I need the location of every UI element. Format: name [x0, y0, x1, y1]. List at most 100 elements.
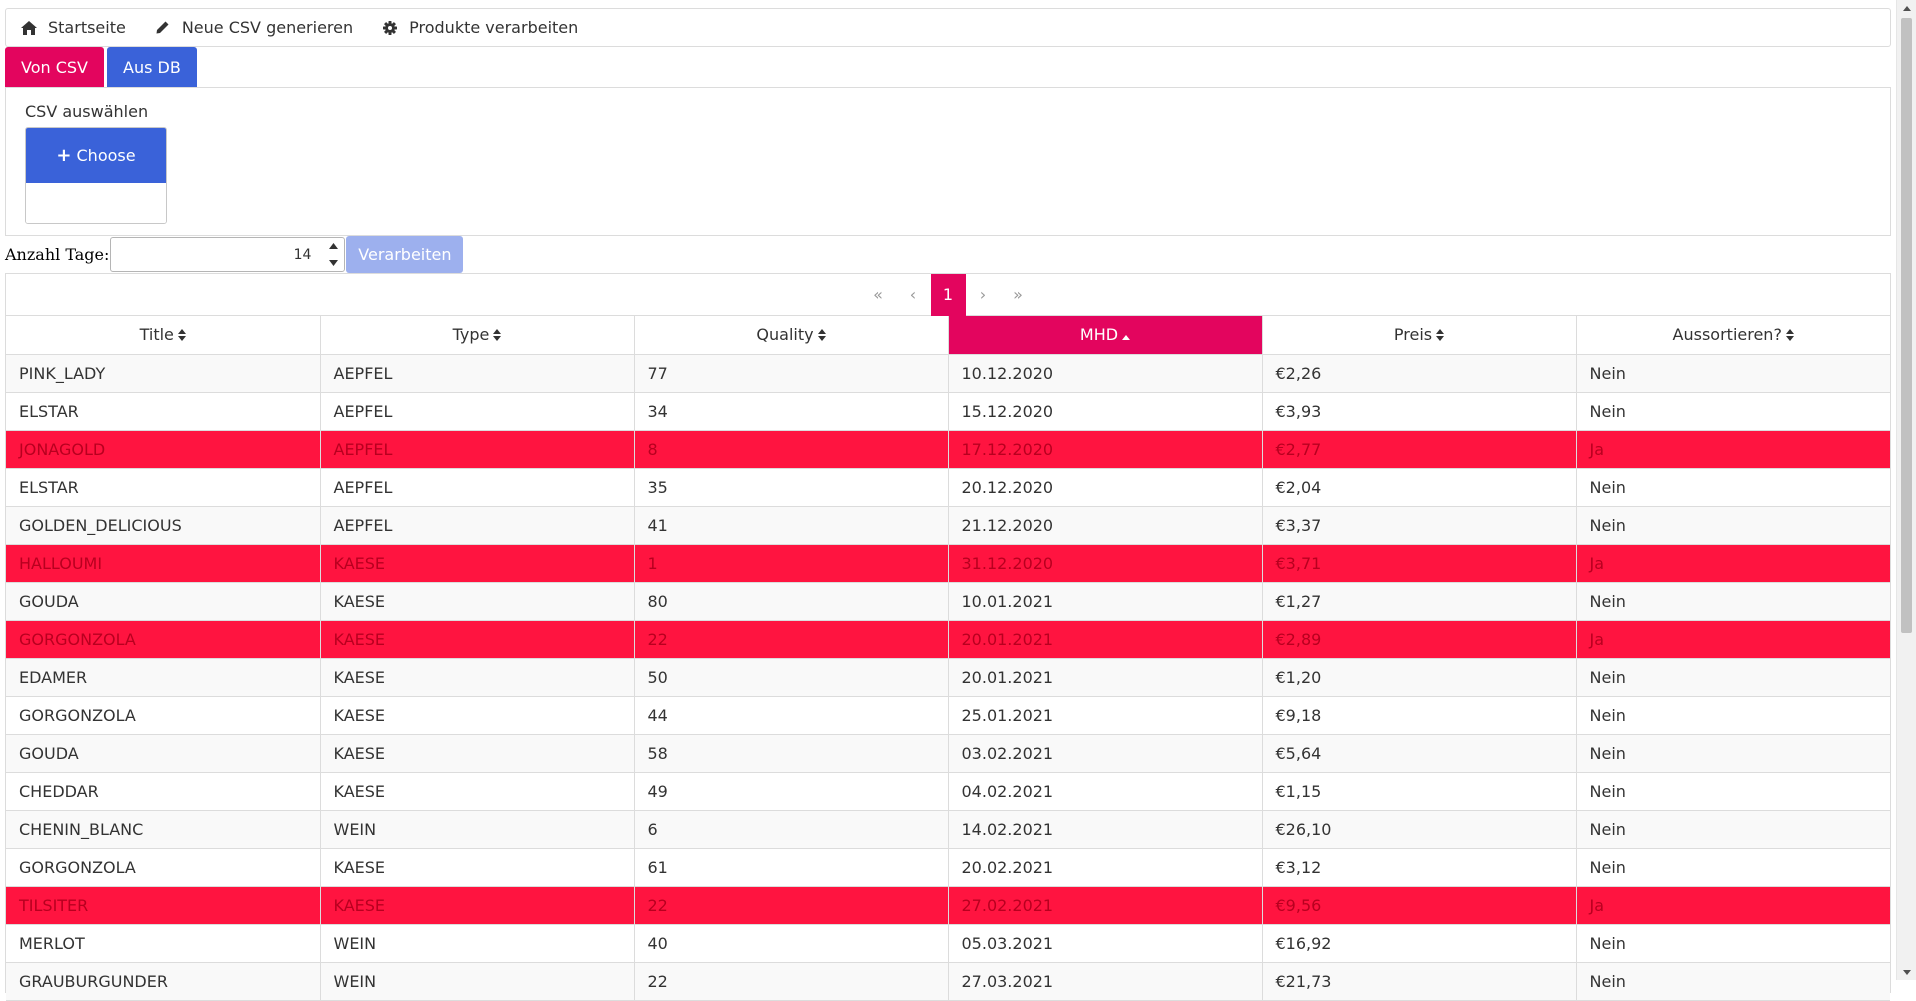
- table-cell: HALLOUMI: [6, 544, 321, 583]
- scroll-up-icon[interactable]: [1897, 0, 1916, 16]
- table-row[interactable]: TILSITER KAESE 22 27.02.2021 €9,56 Ja: [6, 886, 1890, 925]
- table-row[interactable]: CHENIN_BLANC WEIN 6 14.02.2021 €26,10 Nein: [6, 810, 1890, 849]
- table-row[interactable]: EDAMER KAESE 50 20.01.2021 €1,20 Nein: [6, 658, 1890, 697]
- last-page-button[interactable]: »: [1001, 274, 1036, 316]
- table-cell: €1,20: [1262, 658, 1577, 697]
- column-header-aussortieren[interactable]: Aussortieren?: [1576, 316, 1890, 355]
- table-cell: €16,92: [1262, 924, 1577, 963]
- choose-button[interactable]: + Choose: [26, 128, 166, 183]
- table-cell: €3,37: [1262, 506, 1577, 545]
- table-cell: 10.01.2021: [948, 582, 1263, 621]
- column-header-label: Preis: [1393, 324, 1433, 344]
- table-cell: KAESE: [320, 658, 635, 697]
- column-header-preis[interactable]: Preis: [1262, 316, 1577, 355]
- products-table: Title Type Quality MHD Preis Aussortiere…: [6, 316, 1890, 1001]
- table-cell: KAESE: [320, 848, 635, 887]
- table-cell: GOLDEN_DELICIOUS: [6, 506, 321, 545]
- spinner-up-icon[interactable]: [322, 238, 344, 255]
- table-cell: 20.02.2021: [948, 848, 1263, 887]
- column-header-type[interactable]: Type: [320, 316, 635, 355]
- column-header-label: Aussortieren?: [1672, 324, 1782, 344]
- table-row[interactable]: ELSTAR AEPFEL 34 15.12.2020 €3,93 Nein: [6, 392, 1890, 431]
- table-row[interactable]: GORGONZOLA KAESE 61 20.02.2021 €3,12 Nein: [6, 848, 1890, 887]
- table-cell: KAESE: [320, 696, 635, 735]
- column-header-mhd[interactable]: MHD: [948, 316, 1263, 355]
- table-cell: Nein: [1576, 354, 1890, 393]
- table-cell: €2,26: [1262, 354, 1577, 393]
- menu-item-startseite[interactable]: Startseite: [20, 18, 126, 37]
- table-cell: 80: [634, 582, 949, 621]
- sort-icon: [177, 326, 186, 345]
- table-cell: €9,18: [1262, 696, 1577, 735]
- prev-page-button[interactable]: ‹: [896, 274, 931, 316]
- table-cell: 50: [634, 658, 949, 697]
- scroll-down-icon[interactable]: [1897, 964, 1916, 980]
- table-cell: WEIN: [320, 962, 635, 1001]
- products-table-container: « ‹ 1 › » Title Type Quality MHD Preis A…: [5, 273, 1891, 1001]
- upload-panel: CSV auswählen + Choose: [5, 87, 1891, 236]
- table-row[interactable]: HALLOUMI KAESE 1 31.12.2020 €3,71 Ja: [6, 544, 1890, 583]
- days-input[interactable]: [111, 238, 320, 271]
- table-cell: 77: [634, 354, 949, 393]
- upload-drop-area[interactable]: [26, 183, 166, 223]
- next-page-button[interactable]: ›: [966, 274, 1001, 316]
- table-cell: GRAUBURGUNDER: [6, 962, 321, 1001]
- table-cell: 20.01.2021: [948, 620, 1263, 659]
- table-cell: €5,64: [1262, 734, 1577, 773]
- table-cell: Nein: [1576, 734, 1890, 773]
- table-cell: Nein: [1576, 582, 1890, 621]
- table-cell: 27.03.2021: [948, 962, 1263, 1001]
- table-cell: WEIN: [320, 924, 635, 963]
- tab-von-csv[interactable]: Von CSV: [5, 47, 104, 87]
- table-cell: AEPFEL: [320, 506, 635, 545]
- column-header-title[interactable]: Title: [6, 316, 321, 355]
- menu-item-produkte-verarbeiten[interactable]: Produkte verarbeiten: [381, 18, 578, 37]
- pencil-icon: [154, 19, 172, 37]
- table-cell: 61: [634, 848, 949, 887]
- table-row[interactable]: GORGONZOLA KAESE 44 25.01.2021 €9,18 Nein: [6, 696, 1890, 735]
- column-header-label: Type: [452, 324, 490, 344]
- column-header-quality[interactable]: Quality: [634, 316, 949, 355]
- table-cell: KAESE: [320, 582, 635, 621]
- days-spinner: [110, 237, 346, 272]
- table-row[interactable]: CHEDDAR KAESE 49 04.02.2021 €1,15 Nein: [6, 772, 1890, 811]
- table-cell: GOUDA: [6, 734, 321, 773]
- table-row[interactable]: ELSTAR AEPFEL 35 20.12.2020 €2,04 Nein: [6, 468, 1890, 507]
- page-button-current[interactable]: 1: [930, 273, 966, 316]
- csv-select-label: CSV auswählen: [25, 102, 149, 121]
- table-row[interactable]: GOLDEN_DELICIOUS AEPFEL 41 21.12.2020 €3,37 N…: [6, 506, 1890, 545]
- tab-aus-db[interactable]: Aus DB: [107, 47, 197, 87]
- table-cell: €3,12: [1262, 848, 1577, 887]
- table-cell: ELSTAR: [6, 392, 321, 431]
- table-row[interactable]: MERLOT WEIN 40 05.03.2021 €16,92 Nein: [6, 924, 1890, 963]
- table-cell: 34: [634, 392, 949, 431]
- table-cell: Nein: [1576, 392, 1890, 431]
- scrollbar-thumb[interactable]: [1901, 18, 1912, 633]
- spinner-buttons: [322, 238, 344, 271]
- table-cell: 22: [634, 620, 949, 659]
- table-cell: GOUDA: [6, 582, 321, 621]
- column-header-label: MHD: [1079, 324, 1119, 344]
- table-cell: €1,15: [1262, 772, 1577, 811]
- sort-asc-icon: [1122, 326, 1131, 345]
- table-cell: 49: [634, 772, 949, 811]
- table-cell: Ja: [1576, 544, 1890, 583]
- table-row[interactable]: GRAUBURGUNDER WEIN 22 27.03.2021 €21,73 Nein: [6, 962, 1890, 1001]
- table-cell: AEPFEL: [320, 468, 635, 507]
- table-row[interactable]: PINK_LADY AEPFEL 77 10.12.2020 €2,26 Nein: [6, 354, 1890, 393]
- table-cell: 35: [634, 468, 949, 507]
- menu-item-label: Startseite: [48, 18, 126, 37]
- table-cell: €21,73: [1262, 962, 1577, 1001]
- menu-item-neue-csv[interactable]: Neue CSV generieren: [154, 18, 353, 37]
- table-cell: KAESE: [320, 734, 635, 773]
- page-scrollbar[interactable]: [1896, 0, 1916, 980]
- table-row[interactable]: GORGONZOLA KAESE 22 20.01.2021 €2,89 Ja: [6, 620, 1890, 659]
- first-page-button[interactable]: «: [861, 274, 896, 316]
- spinner-down-icon[interactable]: [322, 255, 344, 272]
- table-row[interactable]: GOUDA KAESE 58 03.02.2021 €5,64 Nein: [6, 734, 1890, 773]
- table-cell: €26,10: [1262, 810, 1577, 849]
- verarbeiten-button[interactable]: Verarbeiten: [346, 236, 464, 273]
- table-row[interactable]: GOUDA KAESE 80 10.01.2021 €1,27 Nein: [6, 582, 1890, 621]
- table-cell: Nein: [1576, 810, 1890, 849]
- table-row[interactable]: JONAGOLD AEPFEL 8 17.12.2020 €2,77 Ja: [6, 430, 1890, 469]
